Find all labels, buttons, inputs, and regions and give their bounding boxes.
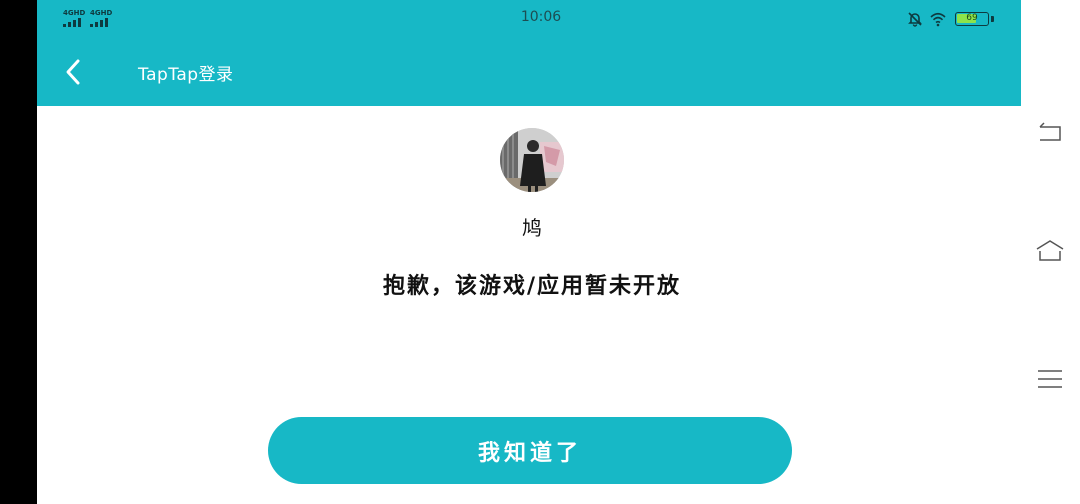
unavailable-message: 抱歉，该游戏/应用暂未开放 bbox=[382, 274, 682, 299]
menu-icon bbox=[1038, 370, 1062, 388]
app-window: 4GHD 4GHD 10:06 69 TapTap登录 鸠 抱歉，该游戏/应用暂… bbox=[37, 0, 1021, 504]
nav-back-button[interactable] bbox=[1035, 120, 1065, 146]
avatar bbox=[500, 128, 564, 192]
avatar-photo bbox=[500, 128, 564, 192]
signal-icon: 4GHD bbox=[63, 10, 87, 28]
confirm-button[interactable]: 我知道了 bbox=[268, 417, 792, 484]
system-nav-bar bbox=[1021, 0, 1080, 504]
nav-menu-button[interactable] bbox=[1035, 366, 1065, 392]
status-bar: 4GHD 4GHD 10:06 69 bbox=[37, 0, 1021, 38]
battery-tip bbox=[991, 16, 994, 22]
username: 鸠 bbox=[522, 216, 542, 240]
bell-muted-icon bbox=[908, 12, 922, 27]
page-title: TapTap登录 bbox=[138, 65, 234, 85]
screen-left-edge bbox=[0, 0, 37, 504]
signal-label: 4GHD bbox=[63, 9, 86, 17]
nav-home-button[interactable] bbox=[1035, 238, 1065, 264]
status-time: 10:06 bbox=[520, 9, 562, 25]
battery-level: 69 bbox=[966, 13, 978, 23]
chevron-left-icon bbox=[66, 59, 80, 85]
wifi-icon bbox=[930, 12, 946, 27]
signal-label: 4GHD bbox=[90, 9, 113, 17]
back-button[interactable] bbox=[59, 55, 89, 89]
battery-icon: 69 bbox=[955, 12, 989, 26]
header: 4GHD 4GHD 10:06 69 TapTap登录 bbox=[37, 0, 1021, 106]
signal-icon: 4GHD bbox=[90, 10, 114, 28]
home-icon bbox=[1036, 240, 1064, 261]
back-icon bbox=[1039, 122, 1061, 141]
